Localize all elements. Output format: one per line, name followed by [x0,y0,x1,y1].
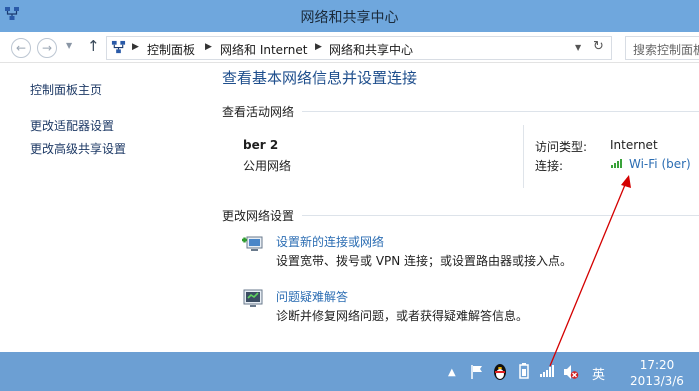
breadcrumb-separator-icon[interactable]: ▶ [132,42,139,52]
qq-penguin-icon[interactable] [492,363,508,381]
active-networks-heading: 查看活动网络 [222,105,295,119]
sidebar-item-control-panel-home[interactable]: 控制面板主页 [30,81,102,98]
forward-button[interactable]: → [37,38,57,58]
divider [302,215,699,216]
clock-time: 17:20 [639,358,675,372]
breadcrumb-separator-icon[interactable]: ▶ [315,42,322,52]
setup-new-connection-description: 设置宽带、拨号或 VPN 连接；或设置路由器或接入点。 [276,254,573,268]
address-bar[interactable]: ▶ 控制面板 ▶ 网络和 Internet ▶ 网络和共享中心 ▼ ↻ [106,36,612,60]
taskbar: ▲ 英 17:20 2013/3/6 [0,352,699,391]
wifi-connection-link[interactable]: Wi-Fi (ber) [611,157,691,171]
page-title: 查看基本网络信息并设置连接 [222,69,418,87]
wifi-connection-label: Wi-Fi (ber) [629,157,691,171]
setup-new-connection-link[interactable]: 设置新的连接或网络 [276,233,384,250]
divider [302,111,699,112]
change-settings-heading: 更改网络设置 [222,209,295,223]
access-type-value: Internet [610,138,658,152]
control-panel-icon [111,40,126,54]
access-type-label: 访问类型: [535,140,588,154]
up-arrow-icon[interactable]: ▲ [448,367,456,378]
troubleshoot-problems-link[interactable]: 问题疑难解答 [276,288,348,305]
troubleshoot-problems-description: 诊断并修复网络问题，或者获得疑难解答信息。 [276,309,529,323]
window-title: 网络和共享中心 [300,10,399,26]
breadcrumb-control-panel[interactable]: 控制面板 [147,41,195,58]
search-input[interactable]: 搜索控制面板 [625,36,699,60]
sidebar-item-change-adapter-settings[interactable]: 更改适配器设置 [30,117,114,134]
power-plug-icon[interactable] [517,363,531,380]
network-category-link[interactable]: 公用网络 [243,157,291,174]
breadcrumb-network-internet[interactable]: 网络和 Internet [220,41,307,58]
flag-icon[interactable] [470,364,484,380]
new-connection-icon [242,236,263,251]
clock[interactable]: 17:20 2013/3/6 [617,357,697,389]
back-button[interactable]: ← [11,38,31,58]
search-placeholder: 搜索控制面板 [633,43,699,57]
troubleshoot-icon [243,289,263,307]
navigation-bar: ← → ▼ ↑ ▶ 控制面板 ▶ 网络和 Internet ▶ 网络和共享中心 … [0,32,699,63]
divider [523,125,524,188]
title-bar: 网络和共享中心 [0,0,699,32]
clock-date: 2013/3/6 [630,374,684,388]
up-arrow-button[interactable]: ↑ [87,37,100,55]
wifi-signal-icon[interactable] [540,365,555,377]
recent-locations-chevron-icon[interactable]: ▼ [66,41,72,50]
breadcrumb-separator-icon[interactable]: ▶ [205,42,212,52]
address-history-chevron-icon[interactable]: ▼ [575,43,581,52]
volume-muted-icon[interactable] [563,364,579,380]
wifi-signal-icon [611,159,622,168]
network-name: ber 2 [243,138,279,152]
breadcrumb-network-sharing-center[interactable]: 网络和共享中心 [329,41,413,58]
connections-label: 连接: [535,159,564,173]
refresh-icon[interactable]: ↻ [593,39,604,54]
sidebar-item-advanced-sharing-settings[interactable]: 更改高级共享设置 [30,140,126,157]
ime-language-indicator[interactable]: 英 [592,364,605,383]
